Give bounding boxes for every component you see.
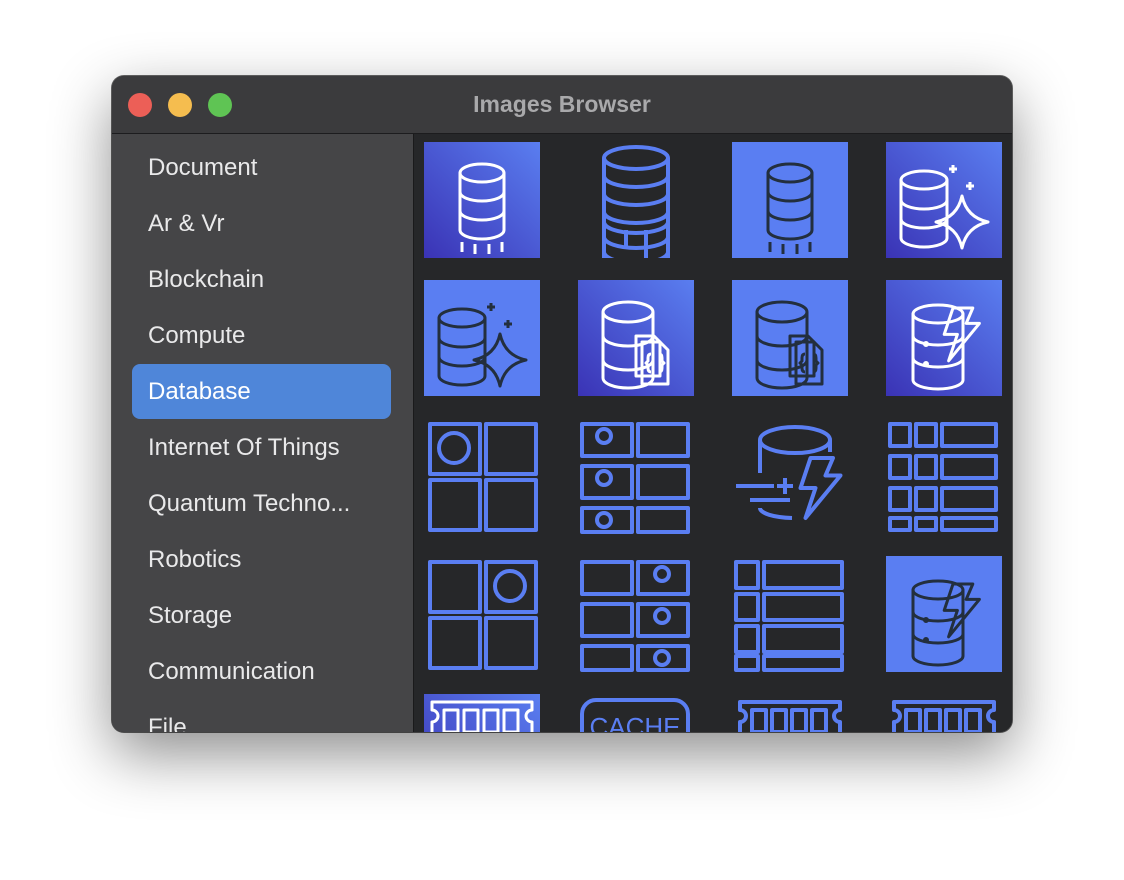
sidebar-item-internet-of-things[interactable]: Internet Of Things xyxy=(132,420,391,475)
database-document-icon xyxy=(578,280,694,396)
image-tile[interactable] xyxy=(578,280,694,396)
image-tile[interactable] xyxy=(732,694,848,732)
image-tile[interactable] xyxy=(578,418,694,534)
sidebar-item-communication[interactable]: Communication xyxy=(132,644,391,699)
database-throughput-icon xyxy=(424,142,540,258)
cache-label-icon: CACHE xyxy=(580,698,690,732)
sidebar-item-label: Ar & Vr xyxy=(148,210,225,237)
database-sparkle-icon xyxy=(424,280,540,396)
memory-module-icon xyxy=(738,700,842,732)
image-tile[interactable] xyxy=(424,556,540,672)
sidebar-item-ar-vr[interactable]: Ar & Vr xyxy=(132,196,391,251)
title-bar: Images Browser xyxy=(112,76,1012,134)
image-tile[interactable] xyxy=(578,142,694,258)
image-tile[interactable] xyxy=(424,280,540,396)
image-tile[interactable] xyxy=(424,142,540,258)
image-tile[interactable] xyxy=(886,280,1002,396)
database-lightning-icon xyxy=(886,556,1002,672)
image-tile[interactable] xyxy=(886,418,1002,534)
sidebar-item-label: Storage xyxy=(148,602,233,629)
sidebar-item-storage[interactable]: Storage xyxy=(132,588,391,643)
table-list-icon xyxy=(734,560,844,672)
grid-circle-top-left-icon xyxy=(428,422,538,532)
sidebar-item-label: Communication xyxy=(148,658,315,685)
image-tile[interactable] xyxy=(578,556,694,672)
sidebar-item-label: Database xyxy=(148,378,251,405)
sidebar-item-label: Quantum Techno... xyxy=(148,490,351,517)
sidebar-item-database[interactable]: Database xyxy=(132,364,391,419)
sidebar-item-blockchain[interactable]: Blockchain xyxy=(132,252,391,307)
window-title: Images Browser xyxy=(473,91,651,117)
image-tile[interactable] xyxy=(886,556,1002,672)
memory-module-icon xyxy=(892,700,996,732)
sidebar-item-file[interactable]: File xyxy=(132,700,391,732)
sidebar-item-label: Robotics xyxy=(148,546,242,573)
table-circles-right-icon xyxy=(580,560,690,672)
image-grid[interactable]: CACHE xyxy=(414,134,1012,732)
cache-lightning-icon xyxy=(736,425,843,520)
image-tile[interactable] xyxy=(732,556,848,672)
sidebar-item-label: Compute xyxy=(148,322,246,349)
sidebar-item-label: Document xyxy=(148,154,258,181)
image-tile[interactable]: CACHE xyxy=(578,694,694,732)
image-tile[interactable] xyxy=(886,694,1002,732)
sidebar-item-compute[interactable]: Compute xyxy=(132,308,391,363)
image-tile[interactable] xyxy=(732,280,848,396)
sidebar-item-document[interactable]: Document xyxy=(132,140,391,195)
images-browser-window: Images Browser Document Ar & Vr Blockchain… xyxy=(112,76,1012,732)
category-sidebar[interactable]: Document Ar & Vr Blockchain Compute Database… xyxy=(112,134,414,732)
image-tile[interactable] xyxy=(732,418,848,534)
database-document-icon xyxy=(732,280,848,396)
sidebar-item-quantum-techno[interactable]: Quantum Techno... xyxy=(132,476,391,531)
sidebar-item-label: Blockchain xyxy=(148,266,265,293)
database-throughput-icon xyxy=(732,142,848,258)
sidebar-item-robotics[interactable]: Robotics xyxy=(132,532,391,587)
grid-circle-top-right-icon xyxy=(428,560,538,670)
image-tile[interactable] xyxy=(732,142,848,258)
sidebar-item-label: File xyxy=(148,714,187,732)
image-tile[interactable] xyxy=(424,694,540,732)
memory-module-icon xyxy=(424,694,540,732)
database-sparkle-icon xyxy=(886,142,1002,258)
image-tile[interactable] xyxy=(424,418,540,534)
sidebar-item-label: Internet Of Things xyxy=(148,434,340,461)
table-grid-icon xyxy=(888,422,998,532)
cache-label: CACHE xyxy=(589,712,680,732)
image-tile[interactable] xyxy=(886,142,1002,258)
database-lightning-icon xyxy=(886,280,1002,396)
table-circles-left-icon xyxy=(580,422,690,534)
database-rack-icon xyxy=(602,145,670,258)
